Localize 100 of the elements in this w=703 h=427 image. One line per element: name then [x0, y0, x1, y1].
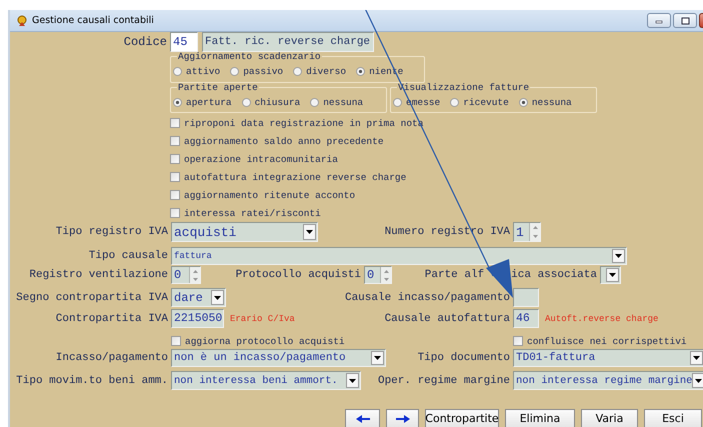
checkbox-option[interactable]: aggiorna protocollo acquisti	[171, 336, 371, 346]
spin-up-icon[interactable]	[384, 270, 388, 272]
text-field[interactable]: 2215050	[171, 309, 224, 328]
field-label: Causale incasso/pagamento	[344, 292, 510, 304]
minimize-button[interactable]	[647, 13, 671, 28]
checkbox-option[interactable]: autofattura integrazione reverse charge	[170, 172, 406, 182]
text-field[interactable]: 46	[513, 309, 539, 328]
caret-icon	[306, 230, 313, 234]
dropdown-field[interactable]: acquisti	[171, 222, 318, 242]
caret-icon	[374, 356, 381, 360]
checkbox[interactable]	[170, 154, 180, 164]
radio-button[interactable]	[310, 98, 320, 106]
field-label: Parte alf	[424, 269, 484, 281]
radio-option[interactable]: passivo	[230, 66, 284, 77]
radio-option[interactable]: nessuna	[518, 96, 572, 108]
spin-up-icon[interactable]	[532, 226, 538, 229]
radio-button[interactable]	[242, 98, 251, 106]
spin-down-icon[interactable]	[384, 278, 388, 280]
dropdown-field[interactable]: non interessa beni ammort.	[171, 371, 361, 390]
maximize-button[interactable]	[673, 13, 697, 28]
action-button[interactable]: Contropartite	[425, 409, 499, 427]
radio-button[interactable]	[393, 98, 402, 106]
radio-option[interactable]: apertura	[173, 96, 232, 108]
dropdown-arrow-button[interactable]	[303, 224, 316, 240]
dropdown-field[interactable]: dare	[171, 288, 226, 307]
left-arrow-icon	[354, 414, 370, 424]
dropdown-arrow-button[interactable]	[346, 373, 359, 388]
dropdown-field[interactable]: TD01-fattura	[513, 349, 703, 367]
next-button[interactable]	[386, 409, 419, 427]
checkbox-option[interactable]: interessa ratei/risconti	[170, 208, 321, 218]
radio-button[interactable]	[518, 98, 528, 106]
spinner-field[interactable]: 0	[364, 266, 392, 284]
checkbox[interactable]	[170, 172, 180, 182]
caret-icon	[695, 378, 702, 382]
radio-button[interactable]	[173, 67, 182, 76]
spin-down-icon[interactable]	[192, 278, 198, 280]
radio-button[interactable]	[450, 98, 460, 106]
checkbox-option[interactable]: operazione intracomunitaria	[170, 154, 338, 164]
caret-icon	[693, 356, 700, 360]
app-icon	[16, 14, 28, 26]
right-arrow-icon	[394, 414, 410, 424]
radio-button[interactable]	[356, 67, 366, 76]
checkbox[interactable]	[170, 118, 180, 128]
action-button[interactable]: Elimina	[505, 409, 575, 427]
caret-icon	[349, 378, 356, 382]
minimize-icon	[655, 18, 663, 24]
checkbox-option[interactable]: aggiornamento saldo anno precedente	[170, 136, 384, 146]
checkbox[interactable]	[171, 336, 181, 346]
radio-option[interactable]: diverso	[293, 66, 346, 77]
field-label: ica associata	[511, 269, 597, 281]
maximize-icon	[680, 16, 690, 24]
checkbox[interactable]	[170, 208, 180, 218]
radio-option[interactable]: chiusura	[242, 96, 300, 108]
dropdown-arrow-button[interactable]	[371, 351, 384, 365]
code-field[interactable]: 45	[170, 32, 198, 52]
action-button[interactable]: Esci	[644, 409, 702, 427]
radio-button[interactable]	[293, 67, 302, 76]
radio-button[interactable]	[173, 98, 182, 106]
dropdown-arrow-button[interactable]	[690, 351, 703, 365]
dropdown-field[interactable]: fattura	[171, 247, 627, 265]
field-label: Protocollo acquisti	[236, 269, 361, 281]
dropdown-arrow-button[interactable]	[692, 373, 703, 388]
radio-option[interactable]: nessuna	[310, 96, 364, 108]
field-label: Tipo registro IVA	[56, 226, 168, 238]
radio-button[interactable]	[230, 67, 240, 76]
group-title: Aggiornamento scadenzario	[177, 52, 322, 61]
radio-option[interactable]: attivo	[173, 66, 220, 77]
checkbox[interactable]	[170, 136, 180, 146]
checkbox[interactable]	[170, 190, 180, 200]
field-label: Codice	[124, 35, 167, 49]
field-label: Oper. regime margine	[378, 374, 510, 386]
account-note: Erario C/Iva	[230, 314, 295, 324]
spinner-field[interactable]: 0	[171, 266, 201, 284]
checkbox[interactable]	[513, 336, 523, 346]
dropdown-arrow-button[interactable]	[606, 268, 619, 282]
group-title: Partite aperte	[177, 83, 259, 92]
dropdown-field[interactable]	[600, 266, 621, 284]
action-button[interactable]: Varia	[581, 409, 638, 427]
checkbox-option[interactable]: aggiornamento ritenute acconto	[170, 190, 356, 200]
dropdown-arrow-button[interactable]	[612, 249, 625, 263]
field-label: Segno contropartita IVA	[16, 292, 168, 304]
field-label: Tipo documento	[418, 352, 510, 364]
radio-option[interactable]: ricevute	[450, 96, 509, 108]
field-label: Registro ventilazione	[29, 269, 168, 281]
checkbox-option[interactable]: confluisce nei corrispettivi	[513, 336, 698, 346]
account-note: Autoft.reverse charge	[545, 314, 658, 324]
description-field[interactable]: Fatt. ric. reverse charge	[202, 32, 374, 52]
field-label: Causale autofattura	[384, 312, 510, 324]
spin-up-icon[interactable]	[192, 270, 198, 272]
window-title: Gestione causali contabili	[32, 15, 155, 26]
spin-down-icon[interactable]	[532, 235, 538, 238]
field-label: Tipo movim.to beni amm.	[16, 374, 168, 386]
dropdown-field[interactable]: non è un incasso/pagamento	[171, 349, 386, 367]
dropdown-arrow-button[interactable]	[211, 290, 224, 305]
previous-button[interactable]	[345, 409, 380, 427]
text-field[interactable]	[513, 288, 539, 307]
spinner-field[interactable]: 1	[513, 222, 541, 242]
field-label: Tipo causale	[88, 250, 168, 262]
dropdown-field[interactable]: non interessa regime margine	[513, 371, 703, 390]
field-label: Contropartita IVA	[56, 312, 168, 324]
